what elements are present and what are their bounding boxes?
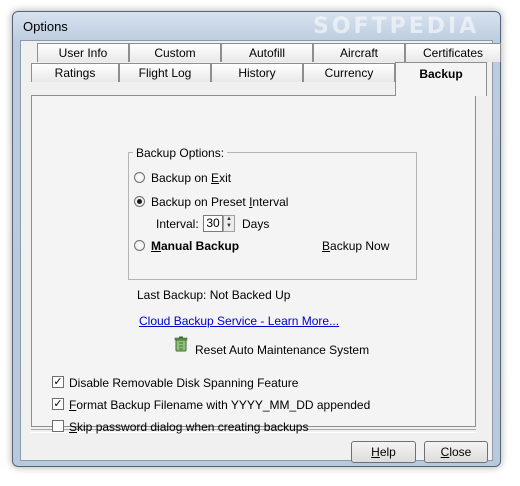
manual-backup-label[interactable]: Manual Backup bbox=[151, 239, 239, 253]
tab-certificates[interactable]: Certificates bbox=[405, 43, 501, 62]
spin-up-icon[interactable]: ▲ bbox=[224, 216, 234, 223]
disable-spanning-label[interactable]: Disable Removable Disk Spanning Feature bbox=[69, 376, 298, 390]
backup-preset-interval-radio[interactable] bbox=[134, 196, 145, 207]
radio-selected-dot bbox=[137, 199, 142, 204]
tab-user-info[interactable]: User Info bbox=[37, 43, 129, 62]
backup-now-button[interactable]: Backup Now bbox=[322, 239, 389, 253]
backup-on-exit-radio[interactable] bbox=[134, 172, 145, 183]
last-backup-status: Last Backup: Not Backed Up bbox=[137, 288, 291, 302]
backup-panel: Backup Options: Backup on Exit Backup on… bbox=[31, 95, 476, 434]
skip-password-checkbox[interactable] bbox=[52, 420, 64, 432]
window-title: Options bbox=[23, 19, 68, 34]
disable-spanning-checkbox[interactable]: ✓ bbox=[52, 376, 64, 388]
interval-unit: Days bbox=[242, 217, 270, 231]
recycle-bin-icon[interactable] bbox=[174, 336, 188, 352]
dialog-client-area: User Info Custom Autofill Aircraft Certi… bbox=[20, 40, 501, 463]
tab-flight-log[interactable]: Flight Log bbox=[119, 63, 211, 82]
tab-custom[interactable]: Custom bbox=[129, 43, 221, 62]
tab-backup[interactable]: Backup bbox=[395, 62, 487, 96]
help-button[interactable]: Help bbox=[351, 441, 416, 463]
watermark: SOFTPEDIA bbox=[313, 14, 480, 39]
backup-on-exit-label[interactable]: Backup on Exit bbox=[151, 171, 231, 185]
spin-down-icon[interactable]: ▼ bbox=[224, 223, 234, 230]
tab-autofill[interactable]: Autofill bbox=[221, 43, 313, 62]
reset-maintenance-button[interactable]: Reset Auto Maintenance System bbox=[195, 343, 369, 357]
backup-preset-interval-label[interactable]: Backup on Preset Interval bbox=[151, 195, 288, 209]
close-button[interactable]: Close bbox=[424, 441, 488, 463]
tab-aircraft[interactable]: Aircraft bbox=[313, 43, 405, 62]
format-filename-label[interactable]: Format Backup Filename with YYYY_MM_DD a… bbox=[69, 398, 370, 412]
interval-label: Interval: bbox=[156, 217, 199, 231]
tab-history[interactable]: History bbox=[211, 63, 303, 82]
interval-input[interactable]: 30 bbox=[203, 215, 223, 232]
title-bar[interactable]: Options SOFTPEDIA bbox=[13, 12, 500, 40]
backup-options-label: Backup Options: bbox=[133, 146, 228, 160]
skip-password-label[interactable]: Skip password dialog when creating backu… bbox=[69, 420, 308, 434]
interval-spinner[interactable]: ▲ ▼ bbox=[223, 215, 235, 232]
manual-backup-radio[interactable] bbox=[134, 240, 145, 251]
options-window: Options SOFTPEDIA User Info Custom Autof… bbox=[12, 11, 501, 467]
tab-ratings[interactable]: Ratings bbox=[31, 63, 119, 82]
format-filename-checkbox[interactable]: ✓ bbox=[52, 398, 64, 410]
cloud-backup-link[interactable]: Cloud Backup Service - Learn More... bbox=[139, 314, 339, 328]
tab-currency[interactable]: Currency bbox=[303, 63, 395, 82]
